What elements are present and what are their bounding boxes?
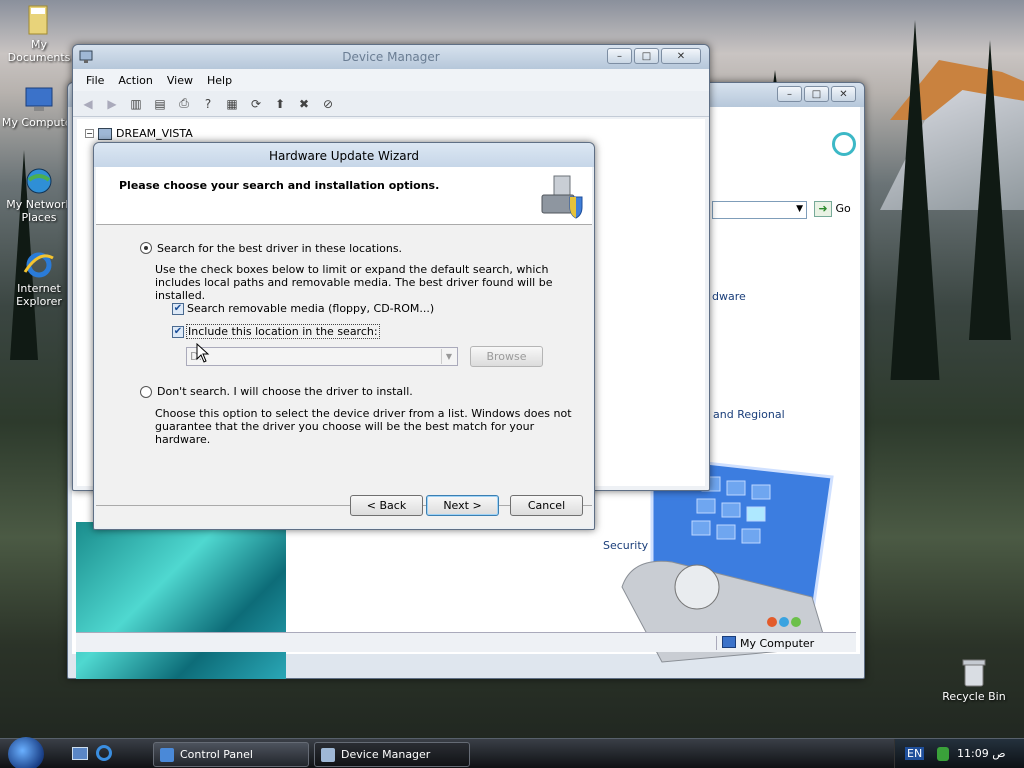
internet-explorer-quicklaunch-icon[interactable]	[96, 745, 112, 761]
forward-arrow-icon[interactable]: ▶	[103, 95, 121, 113]
desktop-icon-label: My Computer	[1, 116, 77, 129]
show-desktop-icon[interactable]	[72, 747, 88, 760]
category-partial-regional[interactable]: and Regional	[713, 408, 785, 421]
location-combobox[interactable]: D:\ ▼	[186, 347, 458, 366]
desktop-icon-recycle-bin[interactable]: Recycle Bin	[935, 658, 1013, 703]
maximize-button[interactable]: □	[804, 86, 829, 102]
wizard-titlebar[interactable]: Hardware Update Wizard	[94, 143, 594, 167]
show-hide-tree-icon[interactable]: ▥	[127, 95, 145, 113]
cancel-button[interactable]: Cancel	[510, 495, 583, 516]
go-button[interactable]: ➜ Go	[814, 201, 864, 219]
device-manager-icon	[321, 748, 335, 762]
back-button[interactable]: < Back	[350, 495, 423, 516]
close-button[interactable]: ✕	[831, 86, 856, 102]
scan-hardware-icon[interactable]: ⟳	[247, 95, 265, 113]
computer-icon	[722, 636, 736, 648]
wizard-header: Please choose your search and installati…	[96, 167, 592, 225]
close-button[interactable]: ✕	[661, 48, 701, 64]
toolbar: ◀ ▶ ▥ ▤ ⎙ ? ▦ ⟳ ⬆ ✖ ⊘	[73, 91, 709, 117]
dont-search-option-radio[interactable]	[140, 386, 152, 398]
hardware-update-wizard-dialog[interactable]: Hardware Update Wizard Please choose you…	[93, 142, 595, 530]
folder-icon	[28, 5, 48, 35]
wizard-title: Hardware Update Wizard	[269, 149, 419, 163]
uninstall-icon[interactable]: ✖	[295, 95, 313, 113]
view-icon[interactable]: ▦	[223, 95, 241, 113]
collapse-toggle-icon[interactable]: −	[85, 129, 94, 138]
control-panel-icon	[160, 748, 174, 762]
include-location-checkbox[interactable]: ✔	[172, 326, 184, 338]
tree-root-node[interactable]: − DREAM_VISTA	[85, 127, 193, 140]
chevron-down-icon[interactable]: ▼	[441, 349, 456, 364]
address-bar[interactable]: ▼	[712, 201, 807, 219]
go-arrow-icon: ➜	[814, 201, 832, 217]
refresh-ring-icon[interactable]	[832, 132, 856, 156]
taskbar-item-device-manager[interactable]: Device Manager	[314, 742, 470, 767]
language-indicator[interactable]: EN	[905, 747, 925, 760]
properties-icon[interactable]: ▤	[151, 95, 169, 113]
wizard-body: Please choose your search and installati…	[96, 167, 592, 527]
menu-file[interactable]: File	[79, 74, 111, 87]
dont-search-option-description: Choose this option to select the device …	[155, 407, 572, 446]
clock[interactable]: 11:09 ص	[957, 747, 1006, 760]
back-arrow-icon[interactable]: ◀	[79, 95, 97, 113]
status-bar: My Computer	[76, 632, 856, 652]
hardware-shield-icon	[541, 175, 583, 219]
taskbar-item-control-panel[interactable]: Control Panel	[153, 742, 309, 767]
computer-icon	[98, 127, 112, 140]
menu-action[interactable]: Action	[111, 74, 159, 87]
dont-search-option-label[interactable]: Don't search. I will choose the driver t…	[157, 385, 413, 398]
window-controls: – □ ✕	[607, 48, 701, 64]
recycle-bin-icon	[962, 659, 986, 687]
security-shield-icon[interactable]	[937, 747, 949, 761]
disable-icon[interactable]: ⊘	[319, 95, 337, 113]
chevron-down-icon[interactable]: ▼	[796, 204, 803, 214]
taskbar-item-label: Device Manager	[341, 748, 431, 761]
print-icon[interactable]: ⎙	[175, 95, 193, 113]
taskbar: Control Panel Device Manager EN 11:09 ص	[0, 737, 1024, 768]
minimize-button[interactable]: –	[607, 48, 632, 64]
window-controls: – □ ✕	[777, 86, 856, 102]
menu-help[interactable]: Help	[200, 74, 239, 87]
update-driver-icon[interactable]: ⬆	[271, 95, 289, 113]
removable-media-checkbox[interactable]: ✔	[172, 303, 184, 315]
computer-icon	[25, 87, 53, 111]
tree-root-label: DREAM_VISTA	[116, 127, 193, 140]
mouse-cursor-icon	[196, 343, 210, 363]
desktop-icon-label: My Network Places	[6, 198, 72, 224]
removable-media-label[interactable]: Search removable media (floppy, CD-ROM..…	[187, 302, 434, 315]
category-partial-hardware[interactable]: dware	[712, 290, 746, 303]
status-location: My Computer	[740, 637, 815, 650]
search-option-radio[interactable]	[140, 242, 152, 254]
network-globe-icon	[26, 168, 52, 194]
desktop-icon-label: My Documents	[7, 38, 71, 64]
aurora-banner-image	[76, 522, 286, 679]
next-button[interactable]: Next >	[426, 495, 499, 516]
device-manager-titlebar[interactable]: Device Manager – □ ✕	[73, 45, 709, 69]
help-icon[interactable]: ?	[199, 95, 217, 113]
system-tray: EN 11:09 ص	[894, 739, 1024, 768]
go-label: Go	[835, 202, 851, 215]
desktop-icon-label: Internet Explorer	[16, 282, 62, 308]
start-button[interactable]	[8, 737, 44, 768]
maximize-button[interactable]: □	[634, 48, 659, 64]
search-option-description: Use the check boxes below to limit or ex…	[155, 263, 553, 302]
wizard-heading: Please choose your search and installati…	[119, 179, 440, 192]
browse-button[interactable]: Browse	[470, 346, 543, 367]
taskbar-item-label: Control Panel	[180, 748, 253, 761]
desktop-icon-my-documents[interactable]: My Documents	[0, 4, 78, 64]
menu-bar: File Action View Help	[73, 69, 709, 91]
desktop-icon-label: Recycle Bin	[942, 690, 1006, 703]
internet-explorer-icon	[23, 252, 54, 278]
menu-view[interactable]: View	[160, 74, 200, 87]
search-option-label[interactable]: Search for the best driver in these loca…	[157, 242, 402, 255]
include-location-label[interactable]: Include this location in the search:	[186, 324, 380, 339]
minimize-button[interactable]: –	[777, 86, 802, 102]
